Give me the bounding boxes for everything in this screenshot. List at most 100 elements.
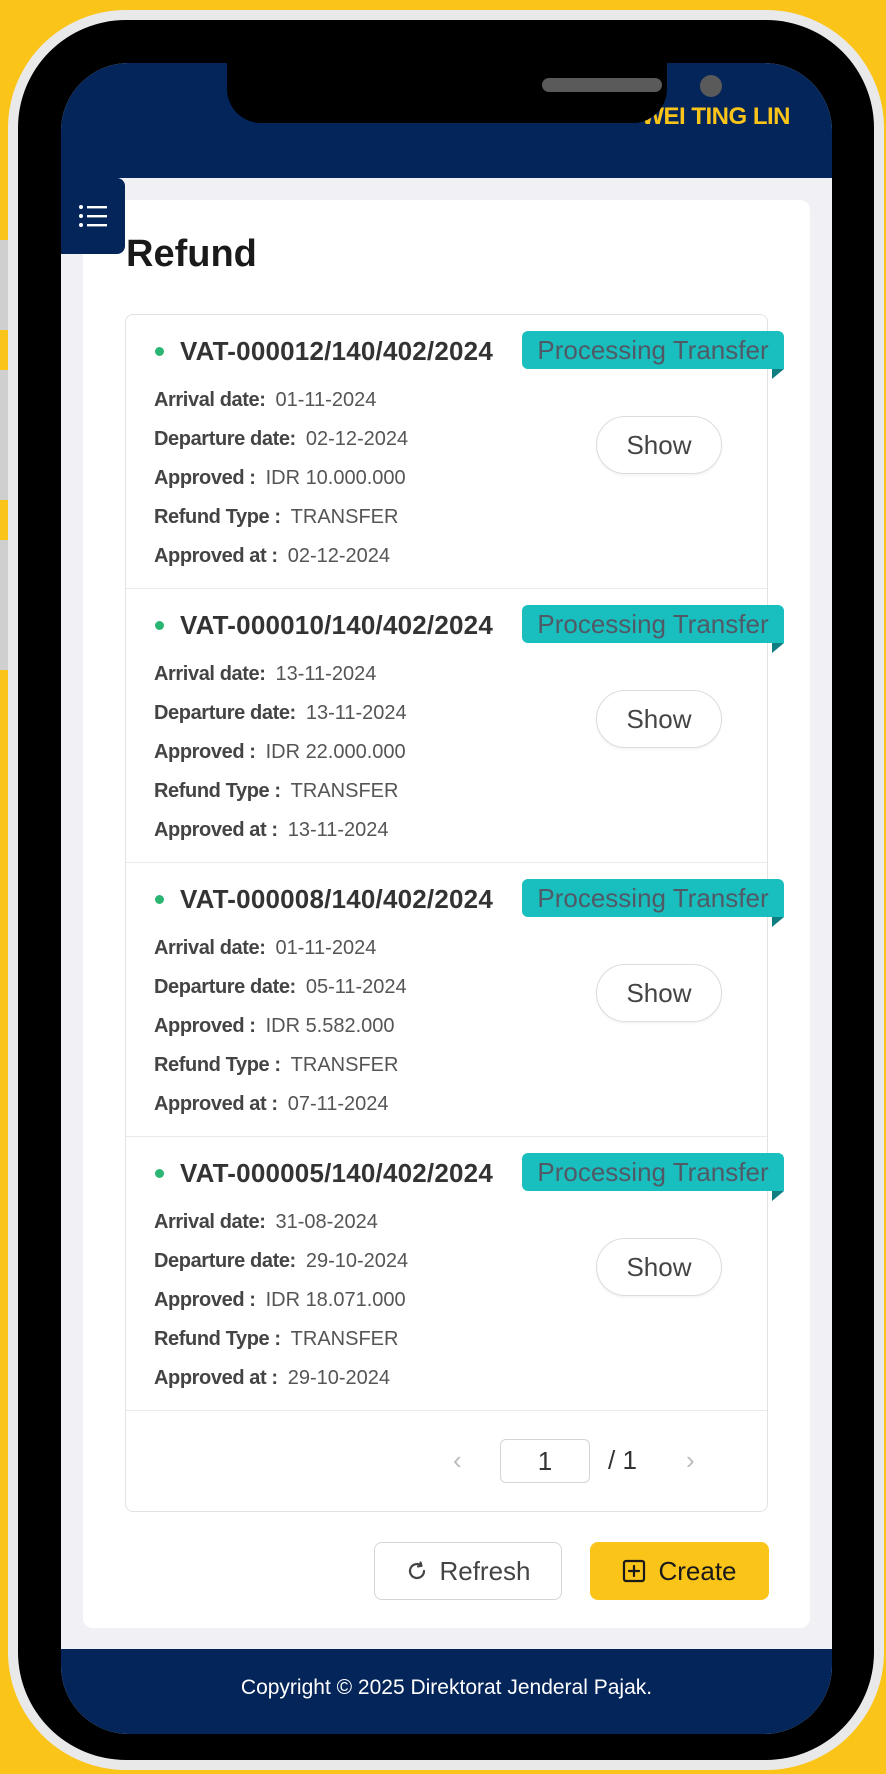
show-button[interactable]: Show [596,416,722,474]
arrival-date-label: Arrival date: [154,663,266,685]
arrival-date-label: Arrival date: [154,389,266,411]
page-total: / 1 [608,1445,637,1475]
approved-at-value: 07-11-2024 [287,1093,389,1115]
refund-list: VAT-000012/140/402/2024 Processing Trans… [125,314,784,1512]
status-dot [155,1169,164,1178]
approved-label: Approved : [154,1289,256,1311]
refund-type-label: Refund Type : [154,780,281,802]
arrival-date-field: Arrival date: 01-11-2024 [154,389,376,412]
refund-type-field: Refund Type : TRANSFER [154,1054,398,1077]
approved-label: Approved : [154,741,256,763]
refund-item: VAT-000008/140/402/2024 Processing Trans… [126,863,784,1137]
arrival-date-value: 01-11-2024 [275,389,377,411]
arrival-date-label: Arrival date: [154,937,266,959]
arrival-date-label: Arrival date: [154,1211,266,1233]
refund-item: VAT-000005/140/402/2024 Processing Trans… [126,1137,784,1411]
approved-at-value: 13-11-2024 [287,819,389,841]
approved-at-label: Approved at : [154,819,278,841]
refund-type-value: TRANSFER [290,1328,399,1350]
arrival-date-value: 01-11-2024 [275,937,377,959]
approved-at-value: 02-12-2024 [287,545,391,567]
refund-type-field: Refund Type : TRANSFER [154,780,398,803]
pagination: ‹ 1 / 1 › [126,1411,767,1511]
refund-type-field: Refund Type : TRANSFER [154,506,398,529]
departure-date-label: Departure date: [154,976,296,998]
approved-at-field: Approved at : 29-10-2024 [154,1367,390,1390]
refund-type-label: Refund Type : [154,1054,281,1076]
approved-value: IDR 10.000.000 [265,467,406,489]
refund-id: VAT-000012/140/402/2024 [180,336,493,366]
refund-type-label: Refund Type : [154,506,281,528]
status-badge-fold [772,917,784,927]
approved-value: IDR 5.582.000 [265,1015,395,1037]
status-dot [155,347,164,356]
status-badge-fold [772,1191,784,1201]
departure-date-field: Departure date: 29-10-2024 [154,1250,408,1273]
status-badge-fold [772,369,784,379]
arrival-date-value: 31-08-2024 [275,1211,378,1233]
departure-date-value: 13-11-2024 [305,702,407,724]
show-button[interactable]: Show [596,1238,722,1296]
approved-at-field: Approved at : 07-11-2024 [154,1093,389,1116]
user-name[interactable]: WEI TING LIN [641,103,790,131]
approved-at-label: Approved at : [154,545,278,567]
status-dot [155,895,164,904]
approved-field: Approved : IDR 5.582.000 [154,1015,395,1038]
create-button[interactable]: Create [590,1542,769,1600]
arrival-date-value: 13-11-2024 [275,663,377,685]
camera [700,75,722,97]
refund-type-value: TRANSFER [290,1054,399,1076]
approved-at-label: Approved at : [154,1093,278,1115]
status-badge: Processing Transfer [522,1153,784,1191]
show-button[interactable]: Show [596,690,722,748]
speaker [542,78,662,92]
arrival-date-field: Arrival date: 01-11-2024 [154,937,376,960]
approved-value: IDR 18.071.000 [265,1289,406,1311]
plus-square-icon [623,1559,646,1583]
approved-field: Approved : IDR 22.000.000 [154,741,406,764]
chevron-right-icon[interactable]: › [686,1445,695,1476]
status-badge-fold [772,643,784,653]
refund-item: VAT-000010/140/402/2024 Processing Trans… [126,589,784,863]
departure-date-label: Departure date: [154,428,296,450]
departure-date-field: Departure date: 13-11-2024 [154,702,407,725]
status-badge: Processing Transfer [522,879,784,917]
approved-field: Approved : IDR 18.071.000 [154,1289,406,1312]
arrival-date-field: Arrival date: 13-11-2024 [154,663,376,686]
refresh-label: Refresh [439,1555,531,1586]
page-number-input[interactable]: 1 [500,1439,590,1483]
departure-date-label: Departure date: [154,1250,296,1272]
app-screen: WEI TING LIN Refund VAT-000012/140/402/2… [61,63,832,1734]
departure-date-value: 29-10-2024 [305,1250,409,1272]
refund-type-value: TRANSFER [290,506,399,528]
departure-date-value: 02-12-2024 [305,428,409,450]
arrival-date-field: Arrival date: 31-08-2024 [154,1211,378,1234]
departure-date-label: Departure date: [154,702,296,724]
approved-at-label: Approved at : [154,1367,278,1389]
copyright-text: Copyright © 2025 Direktorat Jenderal Paj… [240,1676,653,1699]
status-badge: Processing Transfer [522,331,784,369]
refresh-button[interactable]: Refresh [374,1542,562,1600]
approved-at-value: 29-10-2024 [287,1367,391,1389]
departure-date-field: Departure date: 05-11-2024 [154,976,407,999]
refund-type-label: Refund Type : [154,1328,281,1350]
approved-at-field: Approved at : 02-12-2024 [154,545,390,568]
approved-field: Approved : IDR 10.000.000 [154,467,406,490]
refund-type-value: TRANSFER [290,780,399,802]
create-label: Create [658,1555,737,1586]
refund-id: VAT-000010/140/402/2024 [180,610,493,640]
approved-label: Approved : [154,467,256,489]
refund-type-field: Refund Type : TRANSFER [154,1328,398,1351]
departure-date-field: Departure date: 02-12-2024 [154,428,408,451]
list-icon [79,205,107,227]
approved-at-field: Approved at : 13-11-2024 [154,819,389,842]
show-button[interactable]: Show [596,964,722,1022]
status-dot [155,621,164,630]
status-badge: Processing Transfer [522,605,784,643]
phone-notch [227,63,722,123]
menu-toggle-button[interactable] [61,178,125,254]
approved-value: IDR 22.000.000 [265,741,406,763]
refund-id: VAT-000008/140/402/2024 [180,884,493,914]
chevron-left-icon[interactable]: ‹ [453,1445,462,1476]
page-title: Refund [126,233,257,275]
